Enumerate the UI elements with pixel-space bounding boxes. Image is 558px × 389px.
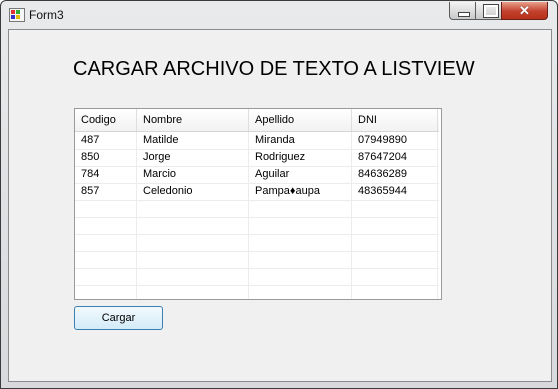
minimize-icon — [458, 12, 470, 17]
table-cell — [137, 285, 249, 299]
table-cell: Jorge — [137, 149, 249, 166]
table-cell — [75, 217, 137, 234]
table-cell: Rodriguez — [249, 149, 352, 166]
form-icon — [9, 8, 25, 22]
table-cell — [352, 200, 438, 217]
table-cell — [249, 217, 352, 234]
table-cell — [352, 234, 438, 251]
table-cell — [137, 268, 249, 285]
table-cell — [137, 234, 249, 251]
table-cell — [137, 251, 249, 268]
table-row[interactable] — [75, 200, 439, 218]
window-title: Form3 — [29, 8, 64, 22]
table-cell: 850 — [75, 149, 137, 166]
table-cell — [137, 200, 249, 217]
table-row[interactable] — [75, 268, 439, 286]
table-cell: 784 — [75, 166, 137, 183]
column-header-dni[interactable]: DNI — [352, 109, 438, 131]
listview-header: Codigo Nombre Apellido DNI — [75, 109, 439, 132]
table-row[interactable]: 857 Celedonio Pampa♦aupa 48365944 — [75, 183, 439, 201]
table-row[interactable] — [75, 251, 439, 269]
column-header-apellido[interactable]: Apellido — [249, 109, 352, 131]
table-cell: Celedonio — [137, 183, 249, 200]
listview[interactable]: Codigo Nombre Apellido DNI 487 Matilde Mir… — [74, 108, 442, 300]
table-cell — [75, 234, 137, 251]
table-cell: 84636289 — [352, 166, 438, 183]
table-row[interactable]: 784 Marcio Aguilar 84636289 — [75, 166, 439, 184]
table-cell — [249, 200, 352, 217]
table-row[interactable] — [75, 285, 439, 299]
table-cell — [75, 285, 137, 299]
maximize-icon — [483, 4, 499, 18]
table-row[interactable]: 850 Jorge Rodriguez 87647204 — [75, 149, 439, 167]
table-cell: Miranda — [249, 132, 352, 149]
table-cell — [352, 217, 438, 234]
table-cell — [137, 217, 249, 234]
form-client-area: CARGAR ARCHIVO DE TEXTO A LISTVIEW Codig… — [8, 29, 552, 382]
minimize-button[interactable] — [449, 2, 476, 20]
maximize-button[interactable] — [475, 2, 502, 20]
column-header-nombre[interactable]: Nombre — [137, 109, 249, 131]
table-cell: Aguilar — [249, 166, 352, 183]
table-cell: 48365944 — [352, 183, 438, 200]
table-row[interactable] — [75, 217, 439, 235]
table-cell — [75, 200, 137, 217]
table-cell — [249, 285, 352, 299]
table-cell: Marcio — [137, 166, 249, 183]
page-title: CARGAR ARCHIVO DE TEXTO A LISTVIEW — [73, 58, 475, 80]
table-cell — [249, 268, 352, 285]
table-cell: 487 — [75, 132, 137, 149]
table-cell: 857 — [75, 183, 137, 200]
table-cell: Pampa♦aupa — [249, 183, 352, 200]
table-cell: 87647204 — [352, 149, 438, 166]
table-cell — [75, 268, 137, 285]
table-cell — [352, 268, 438, 285]
close-icon: ✕ — [519, 3, 530, 18]
form3-window: Form3 ✕ CARGAR ARCHIVO DE TEXTO A LISTVI… — [0, 0, 558, 389]
close-button[interactable]: ✕ — [501, 2, 548, 20]
table-cell: Matilde — [137, 132, 249, 149]
table-cell — [352, 251, 438, 268]
table-cell — [352, 285, 438, 299]
table-cell — [249, 251, 352, 268]
table-cell — [249, 234, 352, 251]
table-cell — [75, 251, 137, 268]
table-row[interactable] — [75, 234, 439, 252]
column-header-codigo[interactable]: Codigo — [75, 109, 137, 131]
title-bar[interactable]: Form3 ✕ — [1, 1, 557, 29]
cargar-button[interactable]: Cargar — [74, 306, 163, 330]
table-cell: 07949890 — [352, 132, 438, 149]
table-row[interactable]: 487 Matilde Miranda 07949890 — [75, 132, 439, 150]
